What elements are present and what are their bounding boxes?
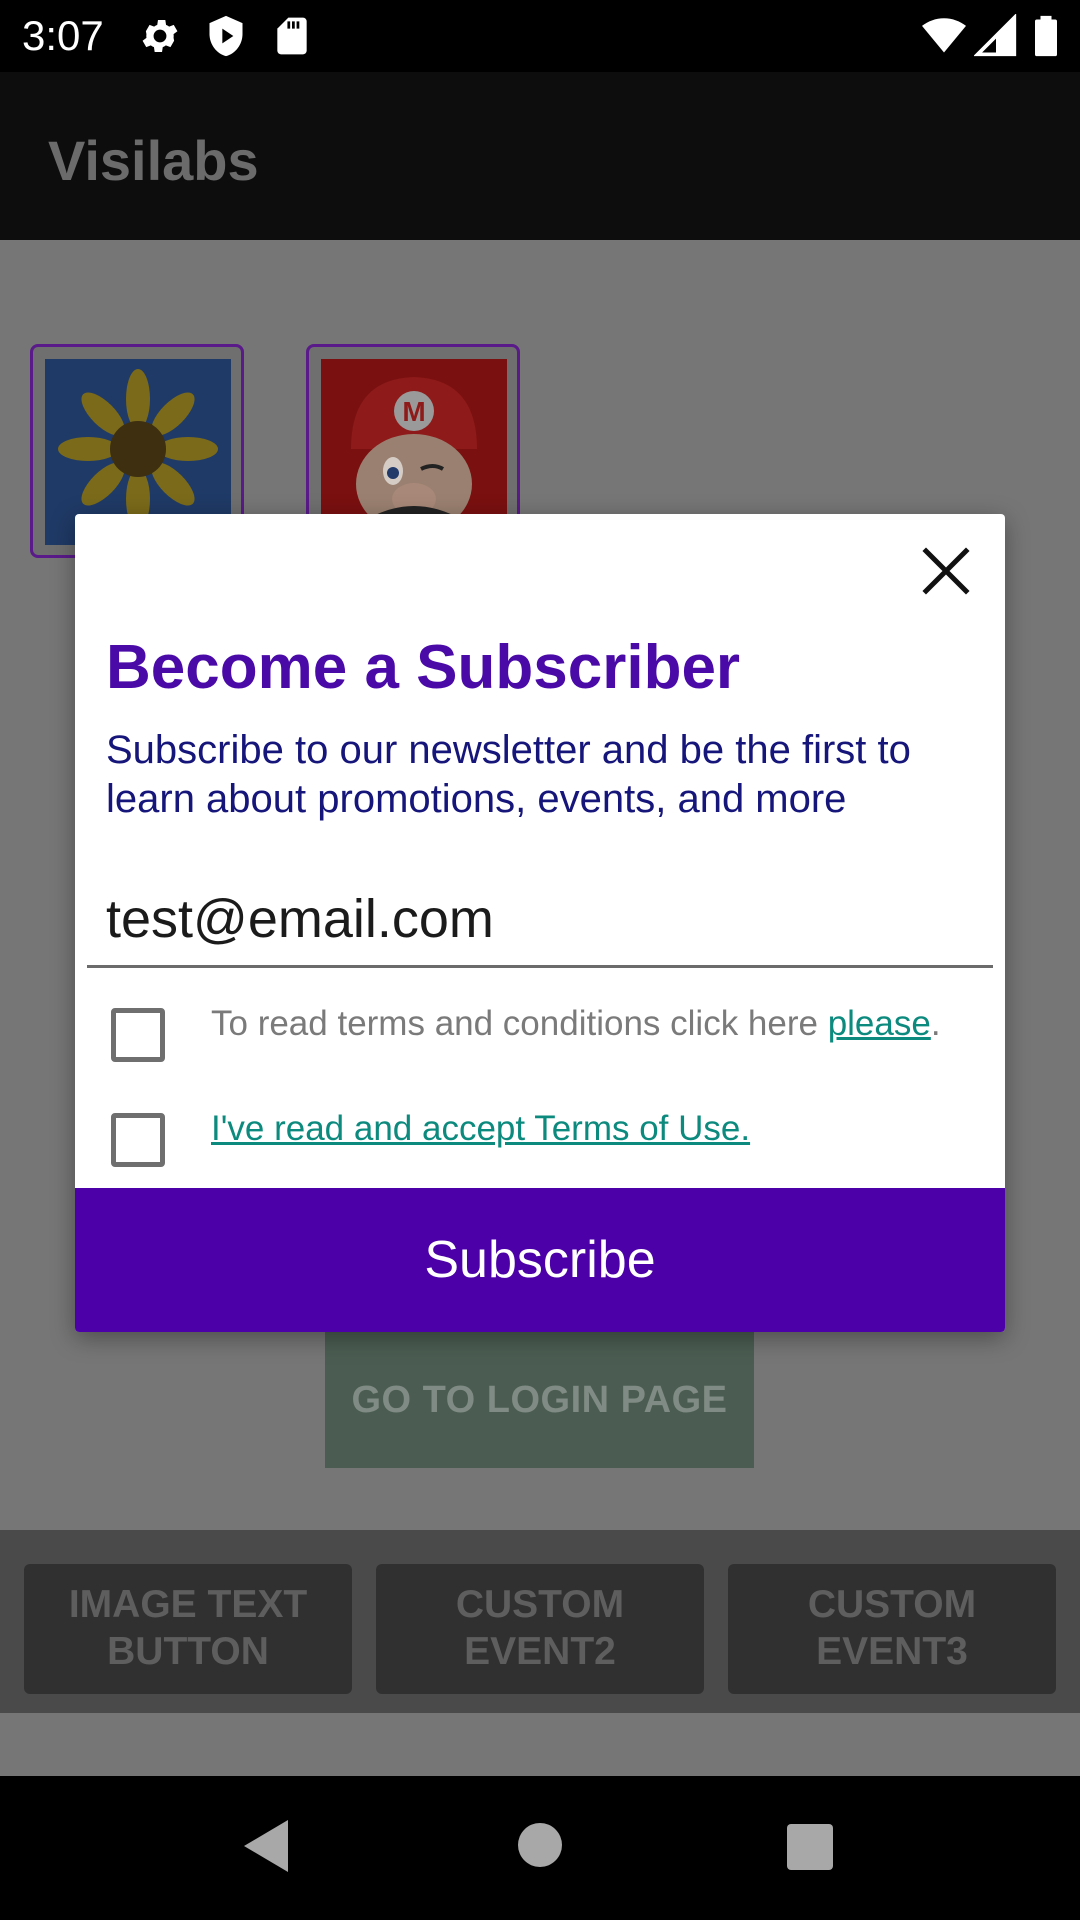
dialog-description: Subscribe to our newsletter and be the f… bbox=[106, 728, 911, 821]
signal-icon bbox=[974, 14, 1017, 57]
terms-prefix: To read terms and conditions click here bbox=[211, 1004, 828, 1043]
terms-checkbox[interactable] bbox=[111, 1008, 165, 1062]
dialog-title: Become a Subscriber bbox=[106, 633, 741, 702]
home-icon[interactable] bbox=[518, 1823, 562, 1867]
navigation-bar bbox=[0, 1776, 1080, 1920]
go-to-login-button[interactable]: GO TO LOGIN PAGE bbox=[325, 1332, 754, 1468]
custom-event3-button[interactable]: CUSTOM EVENT3 bbox=[728, 1564, 1056, 1694]
accept-terms-link[interactable]: I've read and accept Terms of Use. bbox=[211, 1109, 750, 1148]
accept-terms-checkbox[interactable] bbox=[111, 1113, 165, 1167]
image-text-button[interactable]: IMAGE TEXT BUTTON bbox=[24, 1564, 352, 1694]
status-bar: 3:07 bbox=[0, 0, 1080, 72]
play-protect-icon bbox=[209, 15, 243, 57]
app-title: Visilabs bbox=[48, 129, 259, 192]
close-icon bbox=[922, 547, 970, 595]
gear-icon bbox=[142, 20, 178, 52]
app-bar: Visilabs bbox=[0, 72, 1080, 240]
terms-suffix: . bbox=[930, 1004, 941, 1043]
subscribe-button[interactable]: Subscribe bbox=[75, 1188, 1005, 1332]
battery-icon bbox=[1035, 15, 1057, 57]
svg-text:M: M bbox=[402, 396, 425, 427]
close-button[interactable] bbox=[913, 538, 979, 604]
subscribe-dialog: Become a Subscriber Subscribe to our new… bbox=[75, 514, 1005, 1332]
accept-text: I've read and accept Terms of Use. bbox=[211, 1107, 750, 1151]
status-time: 3:07 bbox=[22, 12, 104, 59]
recents-icon[interactable] bbox=[787, 1824, 833, 1870]
accept-row: I've read and accept Terms of Use. bbox=[111, 1107, 991, 1167]
terms-row: To read terms and conditions click here … bbox=[111, 1002, 991, 1062]
custom-event2-button[interactable]: CUSTOM EVENT2 bbox=[376, 1564, 704, 1694]
bottom-button-bar: IMAGE TEXT BUTTON CUSTOM EVENT2 CUSTOM E… bbox=[0, 1530, 1080, 1713]
terms-link[interactable]: please bbox=[828, 1004, 931, 1043]
sd-card-icon bbox=[277, 17, 307, 55]
terms-text: To read terms and conditions click here … bbox=[211, 1002, 941, 1046]
email-field[interactable] bbox=[87, 872, 993, 968]
wifi-icon bbox=[922, 18, 966, 53]
back-icon[interactable] bbox=[244, 1820, 288, 1872]
